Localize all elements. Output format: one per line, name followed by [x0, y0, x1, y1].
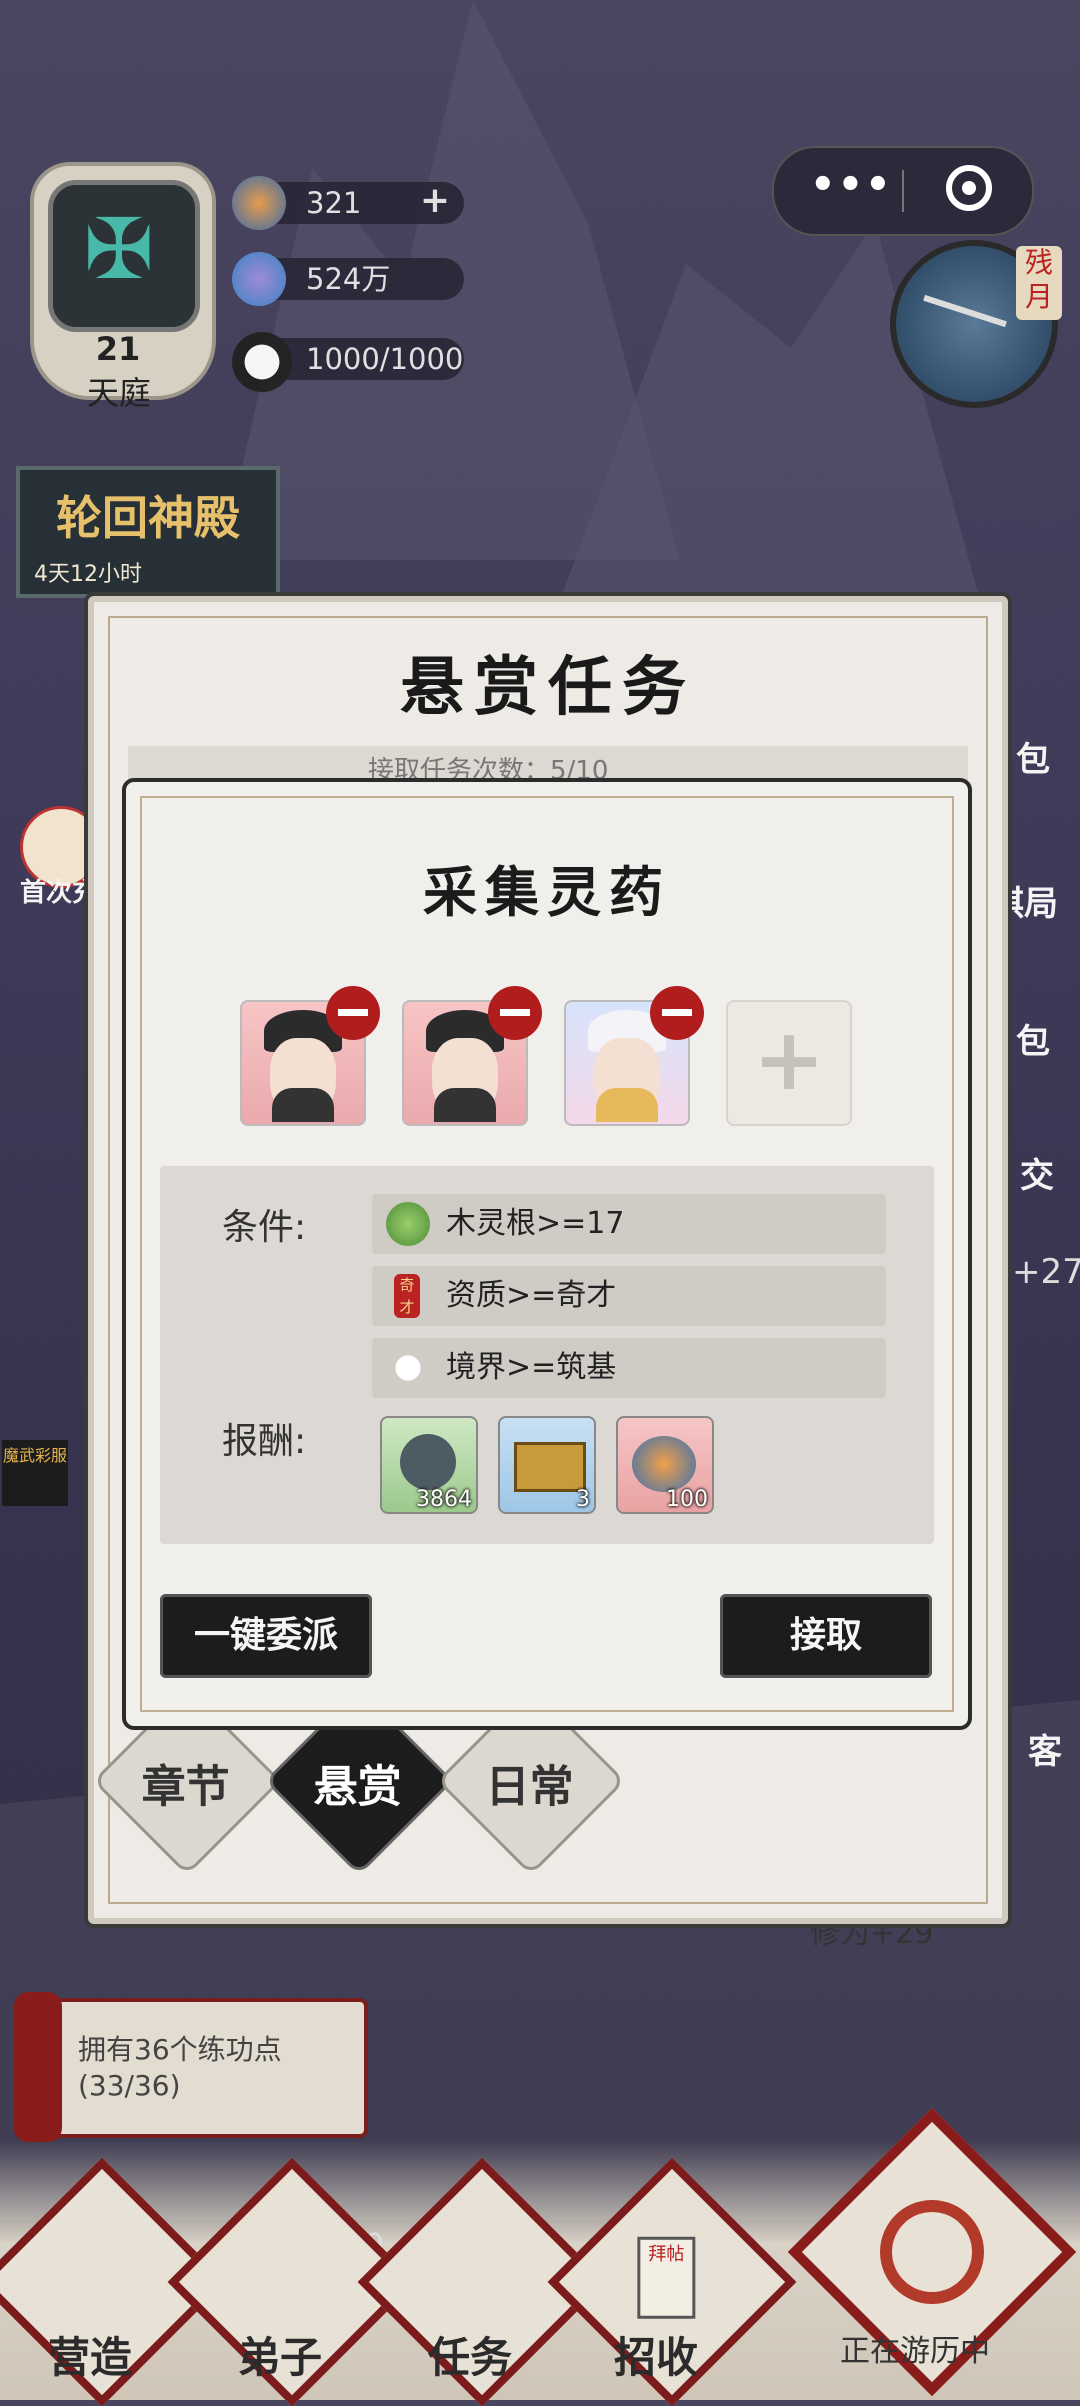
moon-phase-label: 残月 [1016, 246, 1062, 320]
resource-bar-2: 524万 [232, 252, 464, 306]
travel-swirl-icon [858, 2178, 1006, 2326]
condition-row-2: 奇才 资质>=奇才 [372, 1266, 886, 1326]
invitation-card-icon: 拜帖 [637, 2236, 696, 2319]
disciple-robe [596, 1088, 658, 1122]
yin-yang-icon [232, 332, 292, 392]
resource-bar-1: 321 + [232, 176, 464, 230]
task-dialog: 采集灵药 + 条件: 木灵根>=17 奇才 资质>=奇才 境界>=筑基 报酬: … [122, 778, 972, 1730]
practice-points-text: 拥有36个练功点(33/36) [78, 2033, 282, 2102]
reward-item-3[interactable]: 100 [616, 1416, 714, 1514]
side-pack-2[interactable]: 包 [1016, 1014, 1050, 1063]
nav-tasks-label: 任务 [428, 2333, 513, 2382]
reward-item-1[interactable]: 3864 [380, 1416, 478, 1514]
nav-build-label: 营造 [48, 2333, 133, 2382]
tab-chapter-label: 章节 [141, 1761, 230, 1813]
plus-icon: + [752, 1010, 826, 1110]
task-title: 采集灵药 [423, 860, 671, 924]
sword-icon: ✠ [83, 200, 155, 298]
event-badge[interactable]: 魔武彩服 [2, 1440, 68, 1506]
disciple-slot-2[interactable] [402, 986, 542, 1126]
disciple-robe [272, 1088, 334, 1122]
side-pack-1[interactable]: 包 [1016, 732, 1050, 781]
nav-disciples-label: 弟子 [238, 2333, 323, 2382]
disciple-slot-3[interactable] [564, 986, 704, 1126]
treasure-chest-icon [514, 1442, 586, 1492]
miniprogram-capsule: ••• [772, 146, 1034, 236]
practice-points-notice[interactable]: 拥有36个练功点(33/36) [14, 1992, 368, 2142]
tab-bounty-label: 悬赏 [313, 1761, 402, 1813]
capsule-divider [902, 170, 904, 212]
meditation-icon [386, 1346, 430, 1390]
reward-qty-1: 3864 [416, 1487, 472, 1512]
event-title: 轮回神殿 [56, 491, 240, 545]
resource1-value: 321 [306, 186, 362, 220]
sect-name: 天庭 [86, 374, 151, 412]
tab-daily-label: 日常 [485, 1761, 574, 1813]
side-gain: +27 [1012, 1252, 1080, 1292]
reward-item-2[interactable]: 3 [498, 1416, 596, 1514]
event-banner[interactable]: 轮回神殿 4天12小时 [16, 466, 280, 598]
remove-disciple-button[interactable] [326, 986, 380, 1040]
resource-bar-3: 1000/1000 [232, 332, 464, 392]
event-countdown: 4天12小时 [34, 562, 142, 587]
condition-text-2: 资质>=奇才 [446, 1278, 617, 1313]
accept-task-button[interactable]: 接取 [720, 1594, 932, 1678]
travel-status: 正在游历中 [840, 2334, 990, 2369]
resource2-value: 524万 [306, 262, 391, 296]
crystal-icon [232, 252, 286, 306]
spirit-coin-icon [232, 176, 286, 230]
condition-row-3: 境界>=筑基 [372, 1338, 886, 1398]
resource3-value: 1000/1000 [306, 342, 464, 376]
spirit-stone-icon [400, 1434, 456, 1490]
reward-label: 报酬: [222, 1421, 307, 1462]
reward-qty-3: 100 [666, 1487, 708, 1512]
remove-disciple-button[interactable] [650, 986, 704, 1040]
add-disciple-slot[interactable]: + [726, 1000, 852, 1126]
side-guest[interactable]: 客 [1028, 1724, 1062, 1773]
clock-hand [923, 294, 1007, 328]
wood-root-icon [386, 1202, 430, 1246]
remove-disciple-button[interactable] [488, 986, 542, 1040]
panel-title: 悬赏任务 [400, 650, 696, 725]
disciple-slot-1[interactable] [240, 986, 380, 1126]
condition-label: 条件: [222, 1207, 307, 1248]
more-options-icon[interactable]: ••• [810, 162, 893, 208]
condition-row-1: 木灵根>=17 [372, 1194, 886, 1254]
condition-text-3: 境界>=筑基 [446, 1350, 617, 1385]
close-miniprogram-icon[interactable] [946, 165, 992, 211]
add-resource-button[interactable]: + [420, 180, 450, 221]
disciple-robe [434, 1088, 496, 1122]
scroll-rod [14, 1992, 62, 2142]
side-social[interactable]: 交 [1020, 1148, 1054, 1197]
nav-recruit-label: 招收 [614, 2333, 699, 2382]
reward-qty-2: 3 [576, 1487, 590, 1512]
condition-text-1: 木灵根>=17 [446, 1206, 625, 1241]
aptitude-tag-icon: 奇才 [394, 1274, 420, 1318]
sect-level: 21 [95, 330, 141, 368]
sect-emblem[interactable]: ✠ 21 天庭 [14, 124, 224, 424]
spirit-coin-icon [632, 1436, 696, 1492]
auto-assign-button[interactable]: 一键委派 [160, 1594, 372, 1678]
